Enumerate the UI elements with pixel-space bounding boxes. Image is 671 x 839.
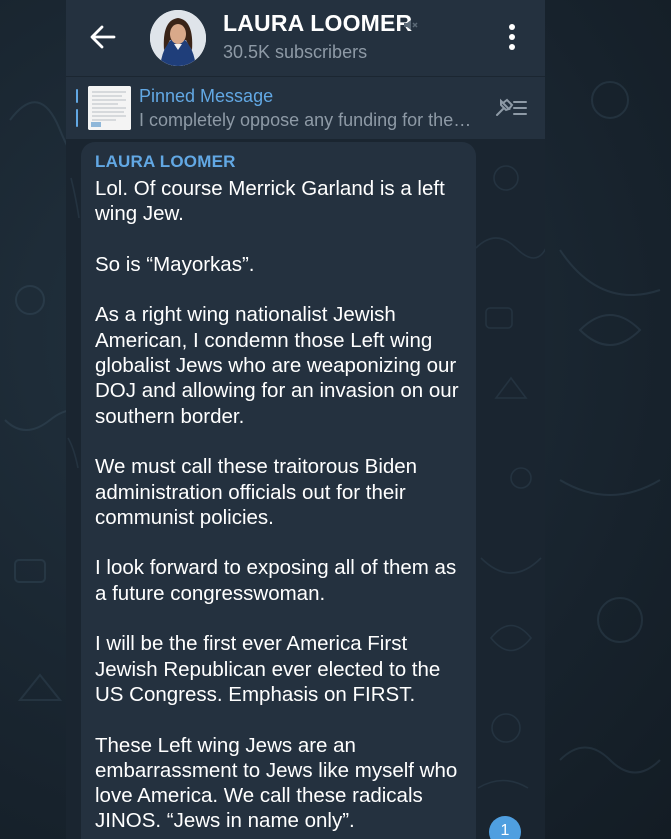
arrow-left-icon[interactable] bbox=[88, 22, 118, 52]
pinned-message-bar[interactable]: Pinned Message I completely oppose any f… bbox=[66, 76, 545, 139]
chat-header: LAURA LOOMER 30.5K subscribers bbox=[66, 0, 545, 76]
pin-list-icon[interactable] bbox=[494, 97, 528, 119]
pin-indicator-segment bbox=[76, 109, 78, 127]
message-text: Lol. Of course Merrick Garland is a left… bbox=[95, 177, 459, 833]
message-sender[interactable]: LAURA LOOMER bbox=[95, 152, 236, 172]
pinned-title: Pinned Message bbox=[139, 86, 274, 106]
pinned-thumbnail bbox=[88, 86, 131, 130]
subscriber-count: 30.5K subscribers bbox=[223, 42, 368, 62]
more-vertical-icon[interactable] bbox=[502, 22, 522, 52]
document-thumbnail-image bbox=[88, 86, 131, 130]
channel-title[interactable]: LAURA LOOMER bbox=[223, 10, 412, 37]
pin-indicator-segment bbox=[76, 89, 78, 103]
pinned-preview: I completely oppose any funding for the… bbox=[139, 110, 472, 130]
message-bubble[interactable]: LAURA LOOMER Lol. Of course Merrick Garl… bbox=[81, 142, 476, 839]
channel-avatar[interactable] bbox=[150, 10, 206, 66]
avatar-portrait bbox=[150, 10, 206, 66]
muted-speaker-icon bbox=[404, 20, 418, 30]
telegram-channel-screen: LAURA LOOMER 30.5K subscribers Pinned Me… bbox=[66, 0, 545, 839]
